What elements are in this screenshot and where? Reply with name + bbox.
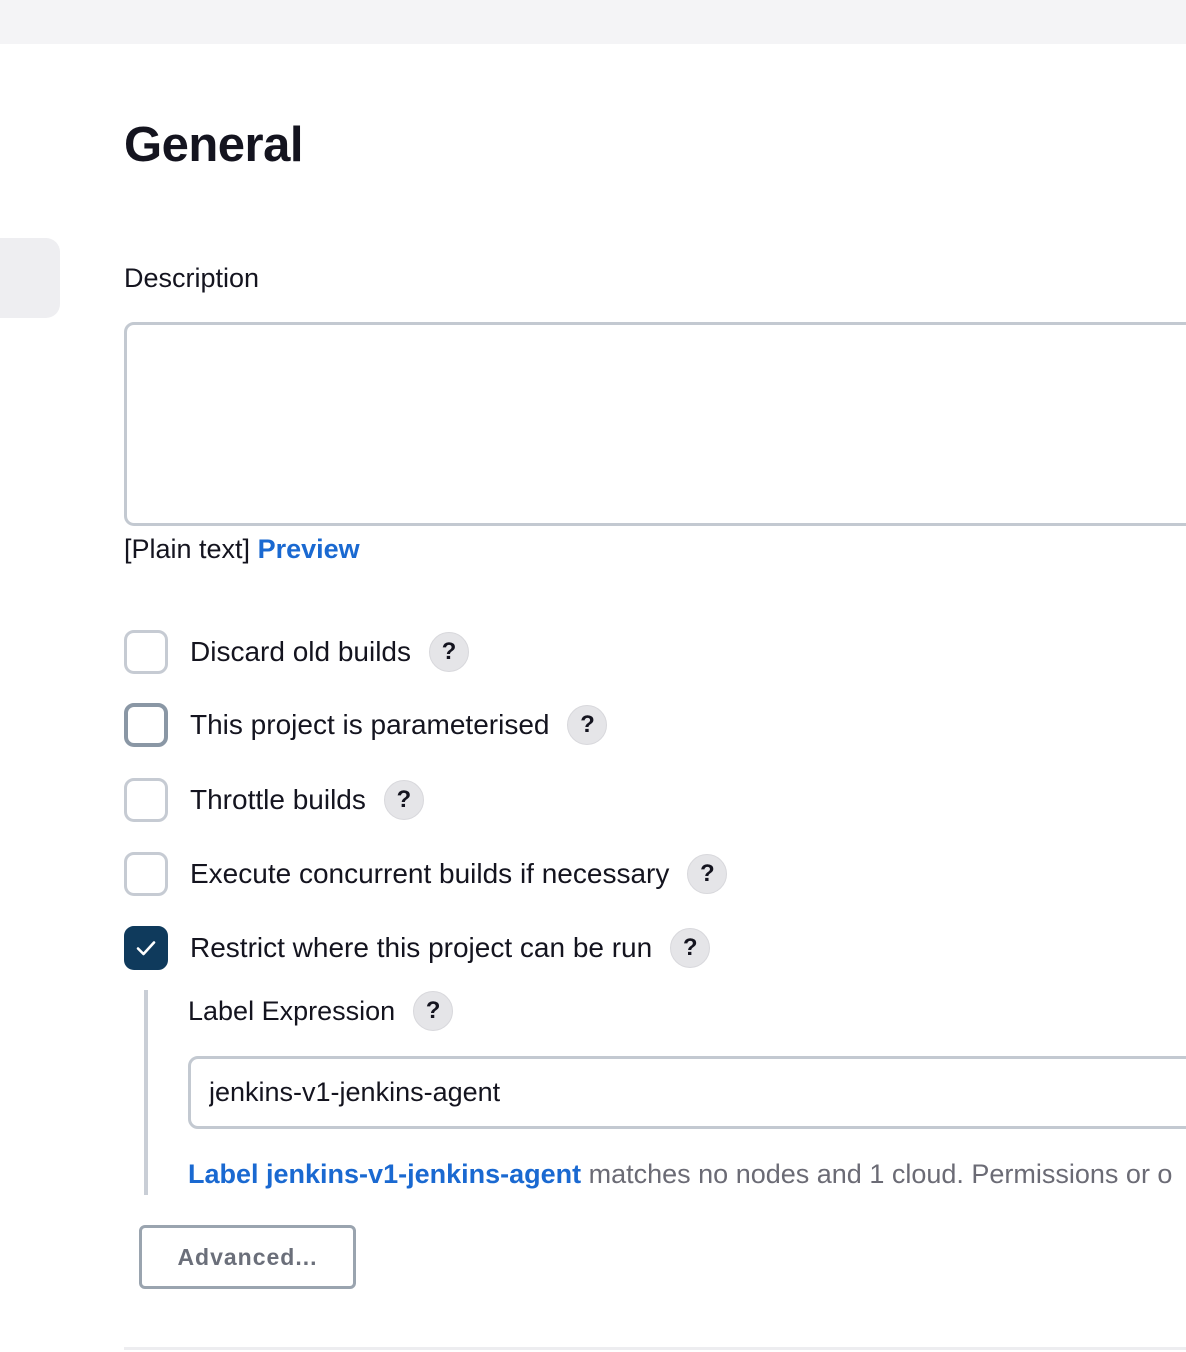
label-expression-help-icon[interactable]: ? <box>413 991 454 1031</box>
concurrent-builds-checkbox[interactable] <box>124 852 168 896</box>
description-label: Description <box>124 263 260 293</box>
concurrent-builds-label[interactable]: Execute concurrent builds if necessary <box>190 857 669 891</box>
section-title: General <box>124 118 303 172</box>
description-format: [Plain text] Preview <box>124 532 360 566</box>
label-expression-label: Label Expression <box>188 996 396 1026</box>
sidebar-tab[interactable] <box>0 238 60 318</box>
option-parameterised[interactable]: This project is parameterised ? <box>124 703 608 747</box>
concurrent-builds-help-icon[interactable]: ? <box>687 854 728 894</box>
advanced-button[interactable]: Advanced... <box>139 1225 356 1289</box>
parameterised-checkbox[interactable] <box>124 703 168 747</box>
option-discard-old-builds[interactable]: Discard old builds ? <box>124 630 469 674</box>
discard-old-builds-help-icon[interactable]: ? <box>429 632 469 672</box>
plain-text-format: [Plain text] <box>124 534 251 564</box>
throttle-builds-help-icon[interactable]: ? <box>383 780 424 820</box>
preview-link[interactable]: Preview <box>258 534 360 564</box>
top-bar <box>0 0 1186 44</box>
parameterised-label[interactable]: This project is parameterised <box>190 708 549 742</box>
throttle-builds-checkbox[interactable] <box>124 778 168 822</box>
restrict-where-run-label[interactable]: Restrict where this project can be run <box>190 931 652 965</box>
discard-old-builds-label[interactable]: Discard old builds <box>190 635 411 669</box>
label-match-info: Label jenkins-v1-jenkins-agent matches n… <box>188 1157 1172 1191</box>
label-link[interactable]: Label jenkins-v1-jenkins-agent <box>188 1159 581 1189</box>
option-restrict-where-run[interactable]: Restrict where this project can be run ? <box>124 926 711 970</box>
check-icon <box>136 941 156 956</box>
label-expression-header: Label Expression ? <box>188 990 454 1032</box>
nested-section-bar <box>144 990 148 1195</box>
description-textarea[interactable] <box>124 322 1186 526</box>
label-match-text: matches no nodes and 1 cloud. Permission… <box>588 1159 1173 1189</box>
throttle-builds-label[interactable]: Throttle builds <box>190 783 366 817</box>
label-expression-input[interactable] <box>188 1056 1186 1129</box>
restrict-where-run-checkbox[interactable] <box>124 926 168 970</box>
section-divider <box>124 1347 1186 1350</box>
discard-old-builds-checkbox[interactable] <box>124 630 168 674</box>
option-concurrent-builds[interactable]: Execute concurrent builds if necessary ? <box>124 852 728 896</box>
parameterised-help-icon[interactable]: ? <box>567 705 608 745</box>
restrict-where-run-help-icon[interactable]: ? <box>670 928 711 968</box>
option-throttle-builds[interactable]: Throttle builds ? <box>124 778 424 822</box>
